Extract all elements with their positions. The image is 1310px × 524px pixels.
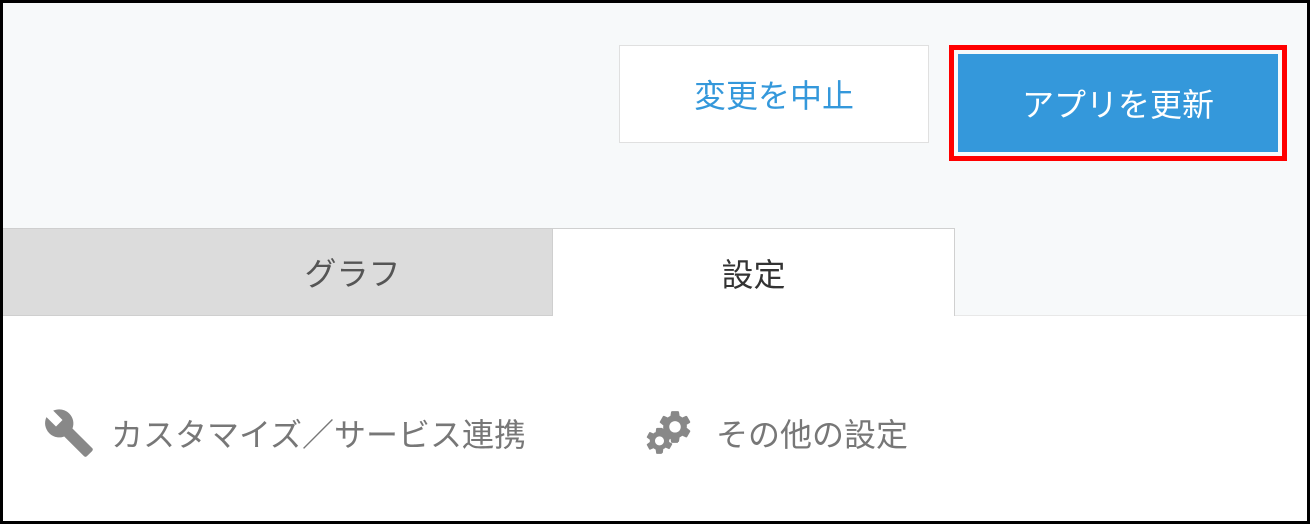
update-button-label: アプリを更新 <box>1022 80 1214 126</box>
customize-label: カスタマイズ／サービス連携 <box>111 410 526 456</box>
tab-spacer <box>3 228 153 316</box>
app-settings-panel: 変更を中止 アプリを更新 グラフ 設定 カスタマイズ／サービス連携 <box>0 0 1310 524</box>
tab-settings-label: 設定 <box>721 250 785 296</box>
tabs-bar: グラフ 設定 <box>3 228 1307 316</box>
tab-graph-label: グラフ <box>304 249 400 295</box>
gears-icon <box>646 406 700 460</box>
other-settings-link[interactable]: その他の設定 <box>646 406 908 460</box>
tab-trailing-space <box>955 228 1307 316</box>
customize-link[interactable]: カスタマイズ／サービス連携 <box>43 406 526 460</box>
wrench-icon <box>43 407 95 459</box>
cancel-button-label: 変更を中止 <box>694 71 854 117</box>
tab-settings[interactable]: 設定 <box>553 228 955 316</box>
settings-content: カスタマイズ／サービス連携 その他の設定 <box>3 316 1307 460</box>
update-app-button[interactable]: アプリを更新 <box>958 54 1278 152</box>
other-settings-label: その他の設定 <box>716 410 908 456</box>
tab-graph[interactable]: グラフ <box>153 228 553 316</box>
header-actions: 変更を中止 アプリを更新 <box>3 3 1307 228</box>
cancel-button[interactable]: 変更を中止 <box>619 45 929 143</box>
update-button-highlight: アプリを更新 <box>949 45 1287 161</box>
